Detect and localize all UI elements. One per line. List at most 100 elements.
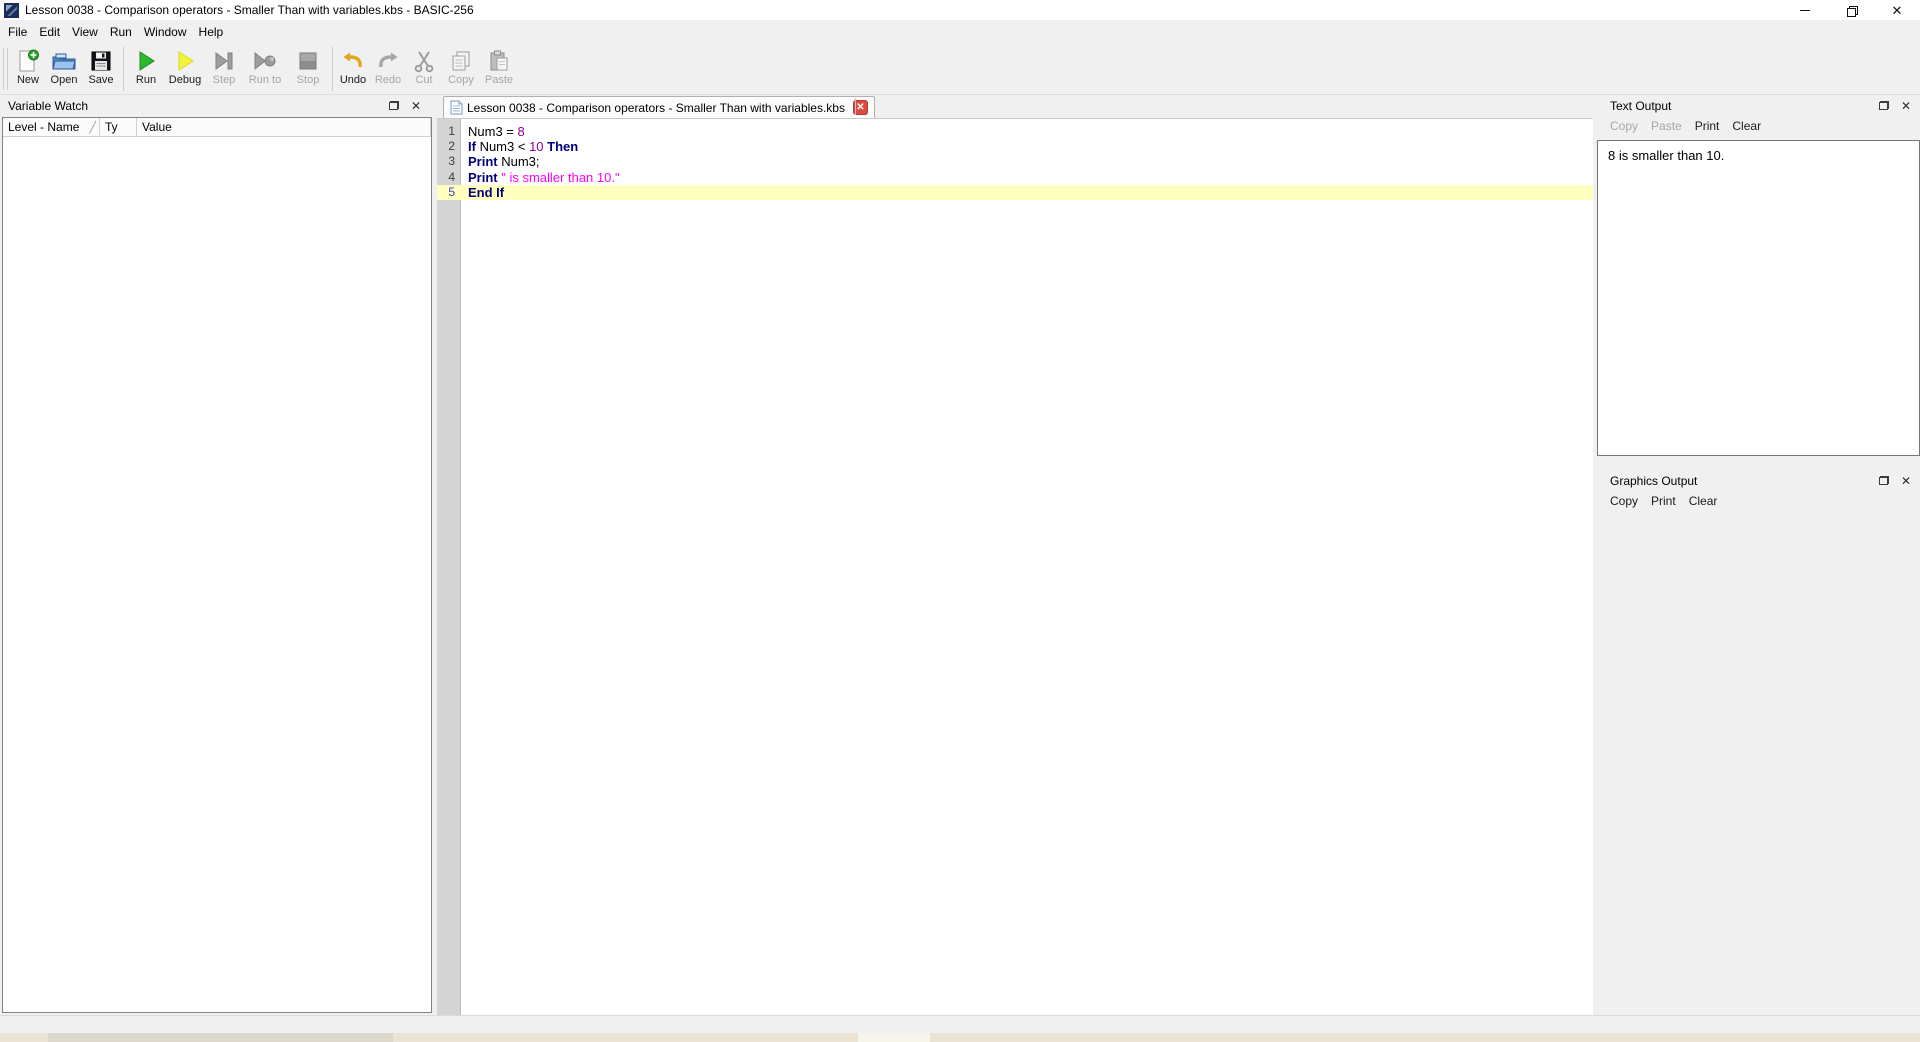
- cut-icon: [413, 47, 435, 74]
- text-output-float-button[interactable]: [1876, 98, 1892, 113]
- minimize-icon: [1800, 9, 1810, 11]
- line-number: 4: [448, 169, 455, 184]
- redo-button: Redo: [370, 45, 406, 93]
- toolbar-separator: [123, 47, 124, 91]
- title-bar: Lesson 0038 - Comparison operators - Sma…: [0, 0, 1920, 20]
- line-number: 3: [448, 154, 455, 169]
- text-output-close-button[interactable]: ✕: [1898, 98, 1914, 113]
- line-number: 5: [448, 184, 455, 199]
- paste-button: Paste: [480, 45, 518, 93]
- toolbar: New Open Save Run Debug Step Run to Stop Undo Red…: [0, 43, 1920, 95]
- text-output-clear-button[interactable]: Clear: [1732, 119, 1761, 133]
- run-to-label: Run to: [248, 74, 282, 86]
- code-line-5[interactable]: 5 End If: [437, 184, 1593, 200]
- sort-ascending-icon: ╱: [89, 121, 96, 134]
- editor-tab-bar: Lesson 0038 - Comparison operators - Sma…: [437, 95, 1593, 118]
- editor-tab[interactable]: Lesson 0038 - Comparison operators - Sma…: [443, 96, 875, 118]
- run-label: Run: [135, 74, 157, 86]
- taskbar-strip[interactable]: [0, 1033, 1920, 1042]
- graphics-output-copy-button[interactable]: Copy: [1610, 494, 1638, 508]
- variable-watch-table: Level - Name ╱ Ty Value: [2, 117, 432, 1013]
- code-area[interactable]: 1 Num3 = 8 2 If Num3 < 10 Then 3 Print Num3; 4…: [437, 118, 1593, 1015]
- graphics-output-clear-button[interactable]: Clear: [1689, 494, 1718, 508]
- graphics-output-close-button[interactable]: ✕: [1898, 473, 1914, 488]
- text-output-title: Text Output: [1610, 99, 1672, 113]
- float-icon: [1879, 476, 1889, 485]
- cut-button: Cut: [406, 45, 442, 93]
- menu-edit[interactable]: Edit: [33, 22, 66, 42]
- minimize-button[interactable]: [1782, 0, 1828, 20]
- line-number-gutter: [437, 119, 461, 1015]
- new-file-icon: [16, 47, 40, 74]
- copy-icon: [449, 47, 473, 74]
- code-line-3[interactable]: 3 Print Num3;: [437, 154, 1593, 169]
- save-button[interactable]: Save: [82, 45, 120, 93]
- open-label: Open: [50, 74, 78, 86]
- variable-watch-close-button[interactable]: ✕: [408, 98, 424, 113]
- variable-watch-float-button[interactable]: [386, 98, 402, 113]
- code-text: End If: [468, 184, 505, 200]
- graphics-output-float-button[interactable]: [1876, 473, 1892, 488]
- graphics-output-title: Graphics Output: [1610, 474, 1698, 488]
- graphics-output-buttons: Copy Print Clear: [1610, 494, 1717, 508]
- menu-run[interactable]: Run: [104, 22, 138, 42]
- step-label: Step: [212, 74, 236, 86]
- code-line-2[interactable]: 2 If Num3 < 10 Then: [437, 139, 1593, 154]
- float-icon: [389, 101, 399, 110]
- line-number: 1: [448, 124, 455, 138]
- taskbar-active-segment: [858, 1033, 930, 1042]
- close-icon: ✕: [856, 102, 865, 113]
- variable-watch-titlebar[interactable]: Variable Watch ✕: [0, 95, 434, 117]
- code-text: Print Num3;: [468, 154, 540, 170]
- app-logo-icon: [4, 2, 19, 18]
- editor-tab-label: Lesson 0038 - Comparison operators - Sma…: [467, 100, 845, 115]
- new-button[interactable]: New: [10, 45, 46, 93]
- taskbar-segment: [48, 1033, 393, 1042]
- redo-label: Redo: [374, 74, 402, 86]
- close-icon: ✕: [1900, 473, 1912, 488]
- save-floppy-icon: [89, 47, 113, 74]
- status-bar: [0, 1015, 1920, 1033]
- debug-button[interactable]: Debug: [165, 45, 205, 93]
- code-line-4[interactable]: 4 Print " is smaller than 10.": [437, 170, 1593, 185]
- code-editor-pane: Lesson 0038 - Comparison operators - Sma…: [437, 95, 1593, 1015]
- tab-bar-divider: [855, 98, 856, 115]
- cut-label: Cut: [415, 74, 433, 86]
- undo-button[interactable]: Undo: [336, 45, 370, 93]
- restore-icon: [1846, 5, 1858, 17]
- column-header-value[interactable]: Value: [137, 118, 431, 136]
- paste-icon: [487, 47, 511, 74]
- menu-file[interactable]: File: [2, 22, 33, 42]
- code-lines: 1 Num3 = 8 2 If Num3 < 10 Then 3 Print Num3; 4…: [437, 124, 1593, 200]
- text-output-paste-button: Paste: [1651, 119, 1682, 133]
- close-button[interactable]: ✕: [1874, 0, 1920, 20]
- text-output-text: 8 is smaller than 10.: [1608, 148, 1725, 163]
- graphics-output-titlebar[interactable]: Graphics Output ✕: [1596, 470, 1920, 492]
- text-output-copy-button: Copy: [1610, 119, 1639, 133]
- menu-view[interactable]: View: [66, 22, 104, 42]
- save-label: Save: [88, 74, 114, 86]
- stop-button: Stop: [287, 45, 329, 93]
- close-icon: ✕: [1900, 98, 1912, 113]
- text-output-panel: Text Output ✕ Copy Paste Print Clear 8 is s…: [1596, 95, 1920, 456]
- menu-help[interactable]: Help: [193, 22, 230, 42]
- restore-button[interactable]: [1828, 0, 1874, 20]
- toolbar-drag-handle[interactable]: [3, 48, 8, 90]
- code-text: Print " is smaller than 10.": [468, 169, 620, 185]
- column-header-ty[interactable]: Ty: [100, 118, 137, 136]
- run-button[interactable]: Run: [127, 45, 165, 93]
- graphics-output-print-button[interactable]: Print: [1651, 494, 1676, 508]
- text-output-content[interactable]: 8 is smaller than 10.: [1597, 140, 1920, 456]
- text-output-titlebar[interactable]: Text Output ✕: [1596, 95, 1920, 117]
- open-button[interactable]: Open: [46, 45, 82, 93]
- menu-window[interactable]: Window: [138, 22, 193, 42]
- text-output-print-button[interactable]: Print: [1695, 119, 1720, 133]
- toolbar-separator: [332, 47, 333, 91]
- column-header-level-name[interactable]: Level - Name ╱: [3, 118, 100, 136]
- code-line-1[interactable]: 1 Num3 = 8: [437, 124, 1593, 139]
- copy-label: Copy: [448, 74, 474, 86]
- variable-watch-title: Variable Watch: [8, 99, 89, 113]
- variable-watch-panel: Variable Watch ✕ Level - Name ╱ Ty Value: [0, 95, 434, 1015]
- code-text: If Num3 < 10 Then: [468, 139, 579, 155]
- variable-watch-header: Level - Name ╱ Ty Value: [3, 118, 431, 137]
